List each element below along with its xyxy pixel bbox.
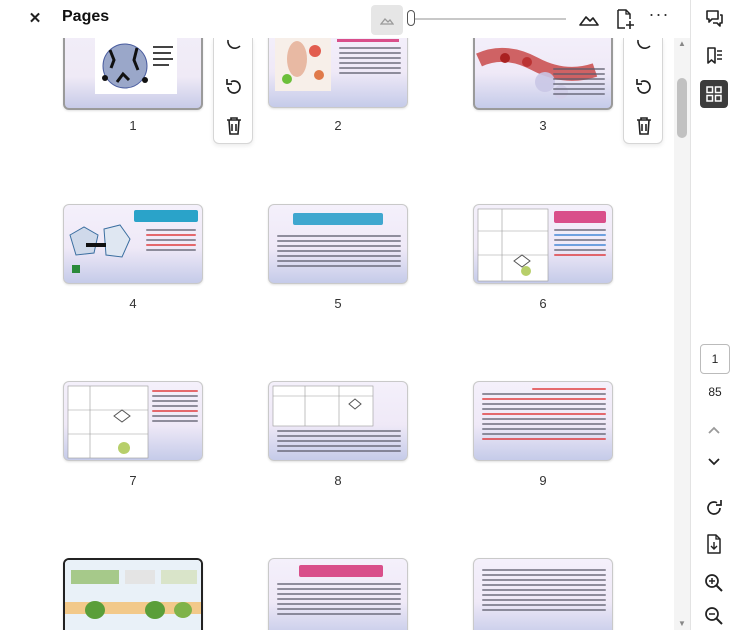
- page-12-text: [482, 569, 606, 614]
- page-1-preview[interactable]: [63, 38, 203, 110]
- rotate-clockwise-button-partial[interactable]: [632, 38, 656, 58]
- export-pdf-icon: [707, 534, 721, 554]
- page-6-preview[interactable]: [473, 204, 613, 284]
- zoom-out-button[interactable]: [371, 5, 403, 35]
- page-8-text: [277, 430, 401, 455]
- page-5-text: [277, 235, 401, 270]
- pages-panel-app: ✕ Pages ··· 1 2 3 4 5 6 7 8 9 ▲ ▼ 1 85: [0, 0, 731, 630]
- more-icon[interactable]: ···: [648, 5, 670, 29]
- page-12-preview[interactable]: [473, 558, 613, 630]
- page-number-label: 8: [334, 473, 342, 488]
- zoom-slider-track[interactable]: [410, 18, 566, 20]
- zoom-out-icon: [705, 607, 723, 625]
- comments-button[interactable]: [700, 4, 728, 32]
- page-number-label: 4: [129, 296, 137, 311]
- close-icon[interactable]: ✕: [26, 10, 44, 28]
- page-10-preview[interactable]: [63, 558, 203, 630]
- page-7-text: [152, 390, 198, 425]
- page-5-banner: [293, 213, 383, 225]
- rotate-counterclockwise-icon: [636, 79, 651, 94]
- page-2-preview[interactable]: [268, 38, 408, 108]
- page-9-text: [482, 388, 606, 443]
- chevron-down-icon: [708, 458, 720, 466]
- mountain-small-icon: [380, 18, 394, 25]
- scrollbar-thumb[interactable]: [677, 78, 687, 138]
- page-11-text: [277, 583, 401, 618]
- page-8-preview[interactable]: [268, 381, 408, 461]
- bookmarks-button[interactable]: [700, 42, 728, 70]
- delete-page-button[interactable]: [632, 114, 656, 138]
- total-pages-label: 85: [708, 385, 722, 399]
- previous-page-button[interactable]: [700, 416, 728, 444]
- rotate-counterclockwise-button[interactable]: [222, 75, 246, 99]
- scroll-up-arrow[interactable]: ▲: [678, 40, 686, 48]
- comment-icon: [706, 10, 723, 27]
- page-10-image: [65, 560, 201, 630]
- page-11-banner: [299, 565, 383, 577]
- delete-page-button[interactable]: [222, 114, 246, 138]
- page-number-label: 6: [539, 296, 547, 311]
- page-number-label: 7: [129, 473, 137, 488]
- trash-icon: [227, 117, 241, 135]
- page-3-actions: [623, 38, 663, 144]
- scroll-down-arrow[interactable]: ▼: [678, 620, 686, 628]
- page-number-label: 2: [334, 118, 342, 133]
- page-number-label: 3: [539, 118, 547, 133]
- zoom-out-rail-button[interactable]: [700, 602, 728, 630]
- thumbnails-icon: [706, 86, 722, 102]
- rotate-clockwise-icon: [637, 39, 651, 50]
- pages-panel-header: ✕ Pages ···: [0, 0, 690, 38]
- page-1-image: [95, 38, 177, 94]
- mountain-large-icon: [579, 16, 599, 26]
- insert-page-icon: [617, 9, 634, 29]
- zoom-slider-thumb[interactable]: [407, 10, 415, 26]
- bookmark-icon: [707, 47, 722, 64]
- page-11-preview[interactable]: [268, 558, 408, 630]
- right-tool-rail: 1 85: [690, 0, 731, 630]
- page-4-text: [146, 229, 196, 254]
- rotate-counterclockwise-icon: [226, 79, 241, 94]
- rotate-clockwise-button-partial[interactable]: [222, 38, 246, 58]
- export-pdf-button[interactable]: [700, 530, 728, 558]
- page-6-text: [554, 229, 606, 259]
- chevron-up-icon: [708, 426, 720, 434]
- page-2-text: [339, 47, 401, 77]
- page-number-label: 9: [539, 473, 547, 488]
- page-3-preview[interactable]: [473, 38, 613, 110]
- current-page-input[interactable]: 1: [700, 344, 730, 374]
- next-page-button[interactable]: [700, 448, 728, 476]
- zoom-in-icon: [705, 574, 723, 592]
- rotate-clockwise-icon: [707, 500, 722, 515]
- page-1-actions: [213, 38, 253, 144]
- page-7-preview[interactable]: [63, 381, 203, 461]
- zoom-in-button[interactable]: [578, 8, 600, 30]
- page-9-preview[interactable]: [473, 381, 613, 461]
- rotate-view-button[interactable]: [700, 494, 728, 522]
- trash-icon: [637, 117, 651, 135]
- rotate-clockwise-icon: [227, 39, 241, 50]
- page-3-text: [553, 68, 605, 98]
- panel-title: Pages: [62, 8, 110, 25]
- rotate-counterclockwise-button[interactable]: [632, 75, 656, 99]
- page-thumbnail-grid[interactable]: 1 2 3 4 5 6 7 8 9: [0, 38, 674, 630]
- page-number-label: 5: [334, 296, 342, 311]
- page-5-preview[interactable]: [268, 204, 408, 284]
- zoom-in-rail-button[interactable]: [700, 569, 728, 597]
- thumbnails-button[interactable]: [700, 80, 728, 108]
- page-number-label: 1: [129, 118, 137, 133]
- vertical-scrollbar[interactable]: ▲ ▼: [674, 38, 690, 630]
- insert-page-button[interactable]: [614, 7, 636, 31]
- page-4-preview[interactable]: [63, 204, 203, 284]
